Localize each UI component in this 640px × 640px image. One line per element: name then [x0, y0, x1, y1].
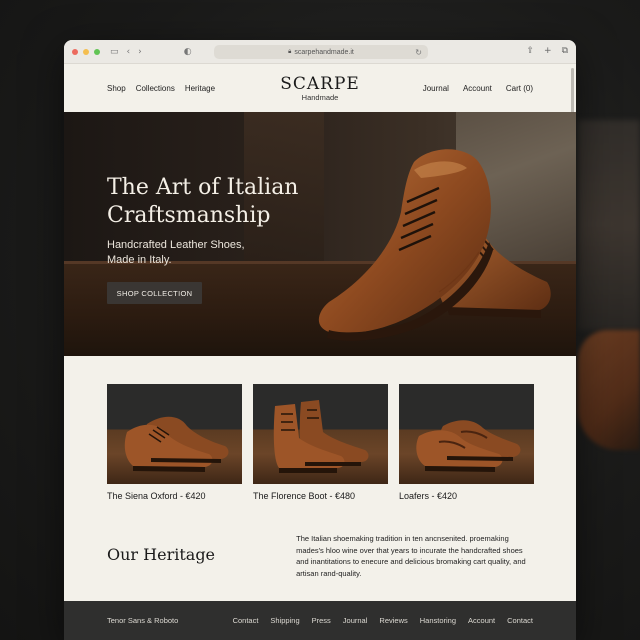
browser-window: ▭ ‹ › ◐ 🔒︎ scarpehandmade.it ↻ ⇪ + ⧉ Sho… [64, 40, 576, 640]
maximize-window-button[interactable] [94, 48, 100, 55]
brand-name: SCARPE [280, 74, 360, 94]
footer-link-contact-2[interactable]: Contact [507, 616, 533, 625]
backdrop-blur [578, 120, 640, 330]
hero-title-line: The Art of Italian [107, 175, 299, 200]
product-card[interactable]: Loafers - €420 [399, 384, 534, 501]
backdrop-shoe [578, 330, 640, 450]
site-footer: Tenor Sans & Roboto Contact Shipping Pre… [64, 601, 576, 640]
sidebar-icon[interactable]: ▭ [110, 47, 119, 57]
site-header: Shop Collections Heritage SCARPE Handmad… [64, 64, 576, 112]
hero-subtitle-line: Handcrafted Leather Shoes, [107, 239, 245, 251]
nav-shop-link[interactable]: Shop [107, 84, 126, 93]
new-tab-icon[interactable]: + [544, 46, 552, 56]
product-image-loafer[interactable] [399, 384, 534, 484]
hero-copy: The Art of Italian Craftsmanship Handcra… [107, 174, 298, 304]
nav-collections-link[interactable]: Collections [136, 84, 175, 93]
share-icon[interactable]: ⇪ [526, 46, 534, 56]
footer-link-contact[interactable]: Contact [233, 616, 259, 625]
product-grid: The Siena Oxford - €420 The Florence Boo… [64, 356, 576, 501]
secondary-nav: Journal Account Cart (0) [423, 84, 533, 93]
footer-link-press[interactable]: Press [312, 616, 331, 625]
product-caption[interactable]: The Siena Oxford - €420 [107, 491, 242, 501]
footer-font-credit: Tenor Sans & Roboto [107, 616, 179, 625]
heritage-section: Our Heritage The Italian shoemaking trad… [64, 501, 576, 579]
hero-banner: The Art of Italian Craftsmanship Handcra… [64, 112, 576, 356]
product-caption[interactable]: The Florence Boot - €480 [253, 491, 388, 501]
nav-journal-link[interactable]: Journal [423, 84, 449, 93]
heritage-title: Our Heritage [107, 545, 216, 564]
hero-subtitle-line: Made in Italy. [107, 254, 172, 266]
nav-heritage-link[interactable]: Heritage [185, 84, 215, 93]
tabs-overview-icon[interactable]: ⧉ [562, 46, 568, 56]
address-bar[interactable]: 🔒︎ scarpehandmade.it ↻ [214, 45, 428, 59]
footer-link-shipping[interactable]: Shipping [270, 616, 299, 625]
hero-subtitle: Handcrafted Leather Shoes, Made in Italy… [107, 238, 298, 268]
nav-cart-link[interactable]: Cart (0) [506, 84, 533, 93]
minimize-window-button[interactable] [83, 48, 89, 55]
hero-title-line: Craftsmanship [107, 203, 271, 228]
traffic-lights [72, 48, 100, 55]
shop-collection-button[interactable]: SHOP COLLECTION [107, 282, 202, 304]
footer-link-journal[interactable]: Journal [343, 616, 368, 625]
heritage-text: The Italian shoemaking tradition in ten … [296, 534, 526, 578]
footer-link-reviews[interactable]: Reviews [379, 616, 407, 625]
privacy-shield-icon[interactable]: ◐ [184, 47, 192, 57]
product-image-boot[interactable] [253, 384, 388, 484]
back-icon[interactable]: ‹ [127, 47, 131, 57]
footer-link-hanstoring[interactable]: Hanstoring [420, 616, 456, 625]
browser-toolbar: ▭ ‹ › ◐ 🔒︎ scarpehandmade.it ↻ ⇪ + ⧉ [64, 40, 576, 64]
hero-title: The Art of Italian Craftsmanship [107, 174, 298, 230]
product-caption[interactable]: Loafers - €420 [399, 491, 534, 501]
nav-account-link[interactable]: Account [463, 84, 492, 93]
primary-nav: Shop Collections Heritage [107, 84, 215, 93]
product-card[interactable]: The Siena Oxford - €420 [107, 384, 242, 501]
reload-icon[interactable]: ↻ [415, 48, 422, 57]
product-card[interactable]: The Florence Boot - €480 [253, 384, 388, 501]
forward-icon[interactable]: › [138, 47, 142, 57]
hero-shoes-image [318, 149, 551, 341]
lock-icon: 🔒︎ [288, 48, 292, 55]
product-image-oxford[interactable] [107, 384, 242, 484]
brand-logo[interactable]: SCARPE Handmade [280, 74, 360, 102]
url-text: scarpehandmade.it [294, 48, 354, 56]
brand-tagline: Handmade [301, 93, 339, 102]
close-window-button[interactable] [72, 48, 78, 55]
footer-link-account[interactable]: Account [468, 616, 495, 625]
footer-links: Contact Shipping Press Journal Reviews H… [233, 616, 533, 625]
